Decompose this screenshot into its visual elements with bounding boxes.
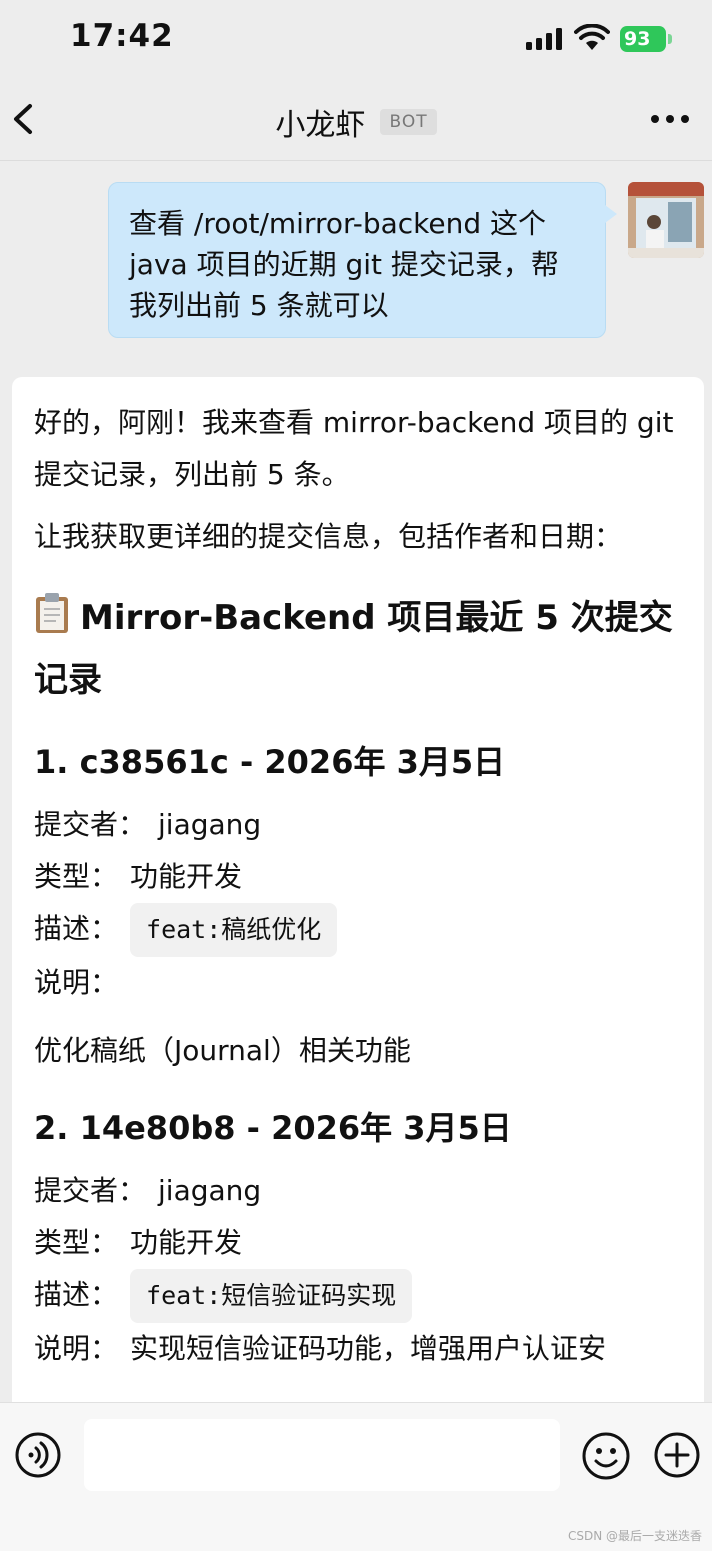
emoji-icon[interactable] xyxy=(581,1431,631,1481)
commit-committer-row: 提交者： jiagang xyxy=(34,799,682,851)
committer-value: jiagang xyxy=(158,1174,262,1207)
type-label: 类型： xyxy=(34,860,119,893)
voice-input-icon[interactable] xyxy=(14,1431,62,1479)
plus-icon[interactable] xyxy=(653,1431,701,1479)
commit-note-row: 说明： xyxy=(34,957,682,1009)
note-label: 说明： xyxy=(34,966,119,999)
commit-title: 1. c38561c - 2026年 3月5日 xyxy=(34,743,506,781)
commits-heading-text: Mirror-Backend 项目最近 5 次提交记录 xyxy=(34,598,673,700)
cellular-signal-icon xyxy=(526,28,562,50)
note-label: 说明： xyxy=(34,1332,119,1365)
commit-type-row: 类型： 功能开发 xyxy=(34,851,682,903)
status-bar: 17:42 93 xyxy=(0,0,712,78)
committer-value: jiagang xyxy=(158,808,262,841)
commit-note-row: 说明： 实现短信验证码功能，增强用户认证安 xyxy=(34,1323,682,1375)
type-value: 功能开发 xyxy=(130,860,243,893)
type-value: 功能开发 xyxy=(130,1226,243,1259)
user-message-bubble: 查看 /root/mirror-backend 这个 java 项目的近期 gi… xyxy=(108,182,617,338)
chat-title-wrap: 小龙虾 BOT xyxy=(0,100,712,144)
more-options-icon[interactable] xyxy=(650,112,690,126)
battery-level: 93 xyxy=(624,28,651,50)
commit-desc-row: 描述： feat:短信验证码实现 xyxy=(34,1269,682,1323)
commit-committer-row: 提交者： jiagang xyxy=(34,1165,682,1217)
type-label: 类型： xyxy=(34,1226,119,1259)
committer-label: 提交者： xyxy=(34,1174,147,1207)
commit-desc-row: 描述： feat:稿纸优化 xyxy=(34,903,682,957)
bot-badge: BOT xyxy=(380,109,437,135)
battery-indicator: 93 xyxy=(620,26,666,52)
wifi-icon xyxy=(574,24,610,50)
commit-note-text: 优化稿纸（Journal）相关功能 xyxy=(34,1034,411,1067)
commits-heading: Mirror-Backend 项目最近 5 次提交记录 xyxy=(34,587,682,711)
committer-label: 提交者： xyxy=(34,808,147,841)
note-value: 实现短信验证码功能，增强用户认证安 xyxy=(130,1332,607,1365)
clipboard-icon xyxy=(36,593,68,633)
bot-intro-text: 好的，阿刚！我来查看 mirror-backend 项目的 git 提交记录，列… xyxy=(34,406,674,491)
desc-code: feat:稿纸优化 xyxy=(130,903,338,957)
user-message-text: 查看 /root/mirror-backend 这个 java 项目的近期 gi… xyxy=(129,207,559,322)
chat-title: 小龙虾 xyxy=(275,108,366,143)
commit-title: 2. 14e80b8 - 2026年 3月5日 xyxy=(34,1109,512,1147)
message-input-field[interactable] xyxy=(84,1419,560,1491)
bot-fetch-note: 让我获取更详细的提交信息，包括作者和日期： xyxy=(34,520,623,553)
desc-label: 描述： xyxy=(34,912,119,945)
chat-header: 小龙虾 BOT xyxy=(0,78,712,161)
user-avatar[interactable] xyxy=(628,182,704,258)
battery-tip xyxy=(668,34,672,44)
desc-code: feat:短信验证码实现 xyxy=(130,1269,413,1323)
bot-message-bubble: 好的，阿刚！我来查看 mirror-backend 项目的 git 提交记录，列… xyxy=(12,377,704,1427)
status-time: 17:42 xyxy=(70,18,174,54)
watermark: CSDN @最后一支迷迭香 xyxy=(567,1529,702,1543)
desc-label: 描述： xyxy=(34,1278,119,1311)
commit-type-row: 类型： 功能开发 xyxy=(34,1217,682,1269)
